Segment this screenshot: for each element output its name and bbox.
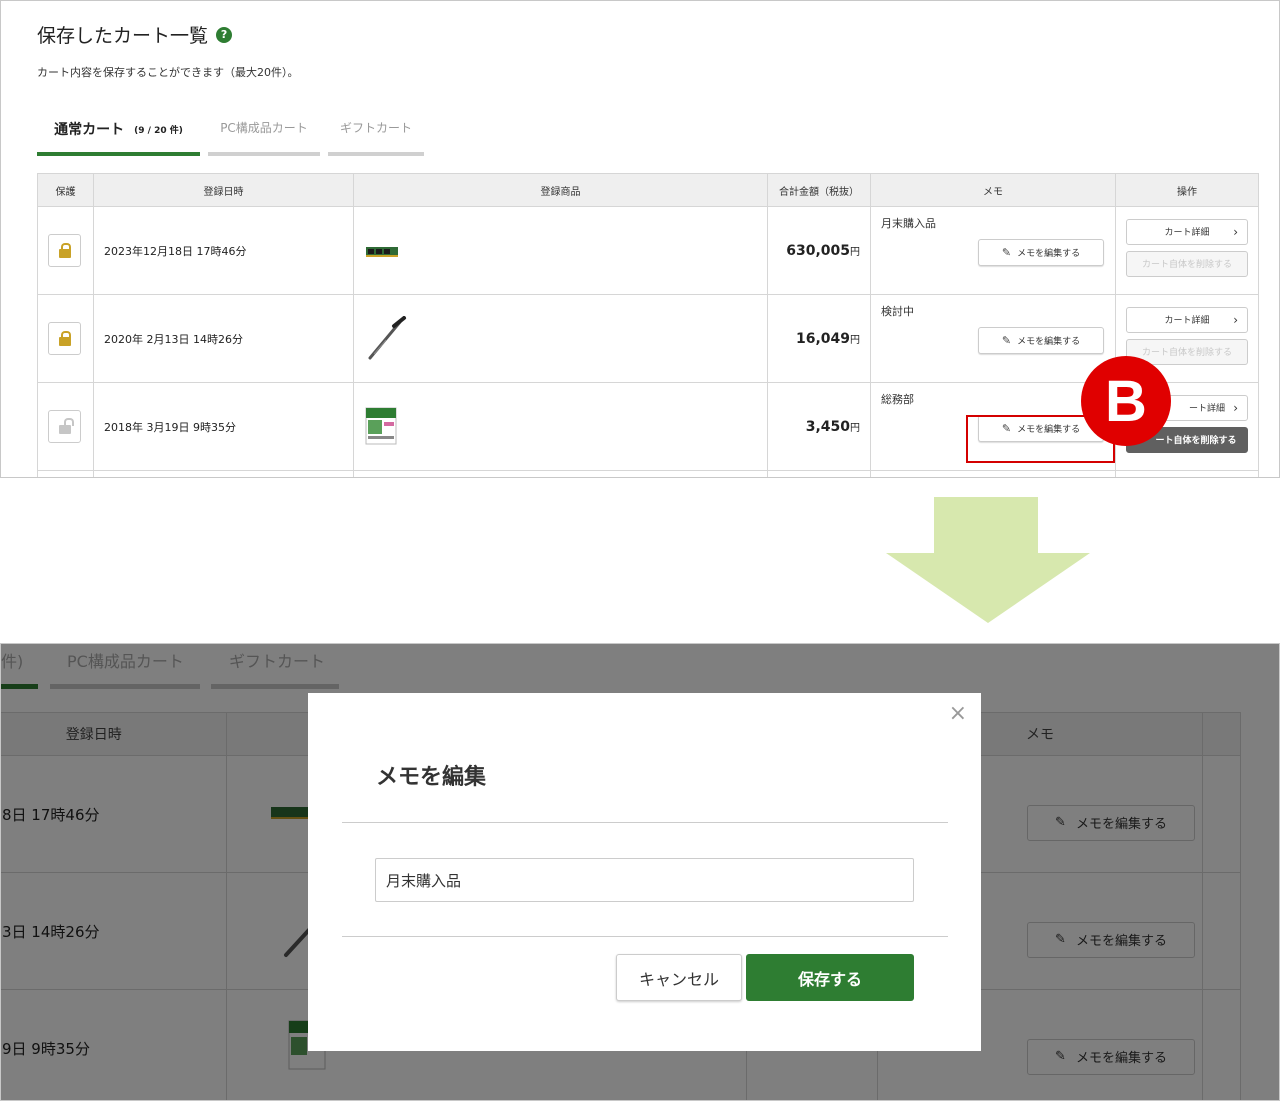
divider	[342, 936, 948, 937]
page-description: カート内容を保存することができます（最大20件）。	[37, 66, 299, 79]
yen-unit: 円	[850, 334, 860, 346]
cart-detail-button[interactable]: カート詳細 ›	[1126, 306, 1248, 333]
edit-memo-label: メモを編集する	[1017, 337, 1081, 347]
save-button[interactable]: 保存する	[746, 954, 914, 1001]
edit-icon: ✎	[1001, 246, 1012, 259]
amount-value: 3,450	[805, 418, 850, 435]
cart-detail-label: ート詳細	[1188, 404, 1225, 414]
tab-normal-cart-label: 通常カート	[54, 122, 125, 138]
tab-gift-cart-label: ギフトカート	[340, 121, 413, 135]
chevron-right-icon: ›	[1233, 224, 1238, 239]
yen-unit: 円	[850, 246, 860, 258]
header-memo: メモ	[870, 173, 1116, 207]
tab-pc-cart[interactable]: PC構成品カート	[208, 119, 320, 156]
help-icon[interactable]: ?	[216, 26, 233, 43]
row-memo: 月末購入品	[881, 217, 936, 230]
cancel-button[interactable]: キャンセル	[616, 954, 742, 1001]
row-amount: 16,049円	[767, 294, 871, 383]
lock-toggle-button[interactable]	[48, 410, 81, 443]
edit-memo-button[interactable]: ✎ メモを編集する	[978, 327, 1104, 354]
unlock-icon	[58, 417, 74, 434]
row-amount: 3,450円	[767, 382, 871, 471]
row-date: 2023年12月18日 17時46分	[93, 206, 354, 295]
tab-normal-cart[interactable]: 通常カート (9 / 20 件)	[37, 119, 200, 156]
saved-carts-panel: 保存したカート一覧 ? カート内容を保存することができます（最大20件）。 通常…	[0, 0, 1280, 478]
lock-toggle-button[interactable]	[48, 234, 81, 267]
tab-pc-cart-label: PC構成品カート	[220, 121, 308, 135]
row-memo: 検討中	[881, 305, 914, 318]
table-row	[37, 470, 1259, 477]
edit-icon: ✎	[1001, 334, 1012, 347]
row-memo: 総務部	[881, 393, 914, 406]
delete-cart-label: カート自体を削除する	[1141, 348, 1232, 358]
chevron-right-icon: ›	[1233, 400, 1238, 415]
header-products: 登録商品	[353, 173, 768, 207]
product-thumbnail[interactable]	[364, 406, 398, 448]
lock-icon	[58, 330, 71, 346]
table-row: 2023年12月18日 17時46分 630,005円 月末購入品 ✎ メモを編集…	[37, 206, 1259, 295]
cart-detail-label: カート詳細	[1164, 228, 1210, 238]
product-thumbnail[interactable]	[364, 241, 400, 261]
delete-cart-label: ート自体を削除する	[1155, 436, 1237, 446]
divider	[342, 822, 948, 823]
amount-value: 630,005	[786, 242, 850, 259]
tab-normal-cart-count: (9 / 20 件)	[134, 126, 183, 136]
memo-input[interactable]	[375, 858, 914, 902]
delete-cart-button[interactable]: カート自体を削除する	[1126, 250, 1248, 277]
yen-unit: 円	[850, 422, 860, 434]
page-title: 保存したカート一覧 ?	[37, 21, 233, 48]
chevron-right-icon: ›	[1233, 312, 1238, 327]
cart-tabs: 通常カート (9 / 20 件) PC構成品カート ギフトカート	[37, 119, 424, 156]
step-marker: B	[1081, 356, 1171, 446]
down-arrow-icon	[886, 497, 1090, 623]
header-protect: 保護	[37, 173, 94, 207]
edit-memo-modal: × メモを編集 キャンセル 保存する	[308, 693, 981, 1051]
modal-title: メモを編集	[376, 765, 487, 790]
cart-detail-button[interactable]: カート詳細 ›	[1126, 218, 1248, 245]
header-operations: 操作	[1115, 173, 1259, 207]
table-header-row: 保護 登録日時 登録商品 合計金額（税抜） メモ 操作	[37, 173, 1259, 207]
delete-cart-label: カート自体を削除する	[1141, 260, 1232, 270]
header-total: 合計金額（税抜）	[767, 173, 871, 207]
edit-memo-button[interactable]: ✎ メモを編集する	[978, 239, 1104, 266]
close-icon[interactable]: ×	[949, 703, 967, 725]
memo-edit-screen: 件) PC構成品カート ギフトカート 登録日時 メモ 8日 17時46分	[0, 643, 1280, 1101]
lock-icon	[58, 242, 71, 258]
page-title-text: 保存したカート一覧	[37, 25, 209, 47]
product-thumbnail[interactable]	[364, 315, 408, 362]
row-date: 2020年 2月13日 14時26分	[93, 294, 354, 383]
lock-toggle-button[interactable]	[48, 322, 81, 355]
edit-memo-label: メモを編集する	[1017, 249, 1081, 259]
amount-value: 16,049	[795, 330, 850, 347]
cart-detail-label: カート詳細	[1164, 316, 1210, 326]
header-date: 登録日時	[93, 173, 354, 207]
row-amount: 630,005円	[767, 206, 871, 295]
tab-gift-cart[interactable]: ギフトカート	[328, 119, 424, 156]
table-row: 2020年 2月13日 14時26分 16,049円 検討中 ✎ メモを編集する …	[37, 294, 1259, 383]
row-date: 2018年 3月19日 9時35分	[93, 382, 354, 471]
